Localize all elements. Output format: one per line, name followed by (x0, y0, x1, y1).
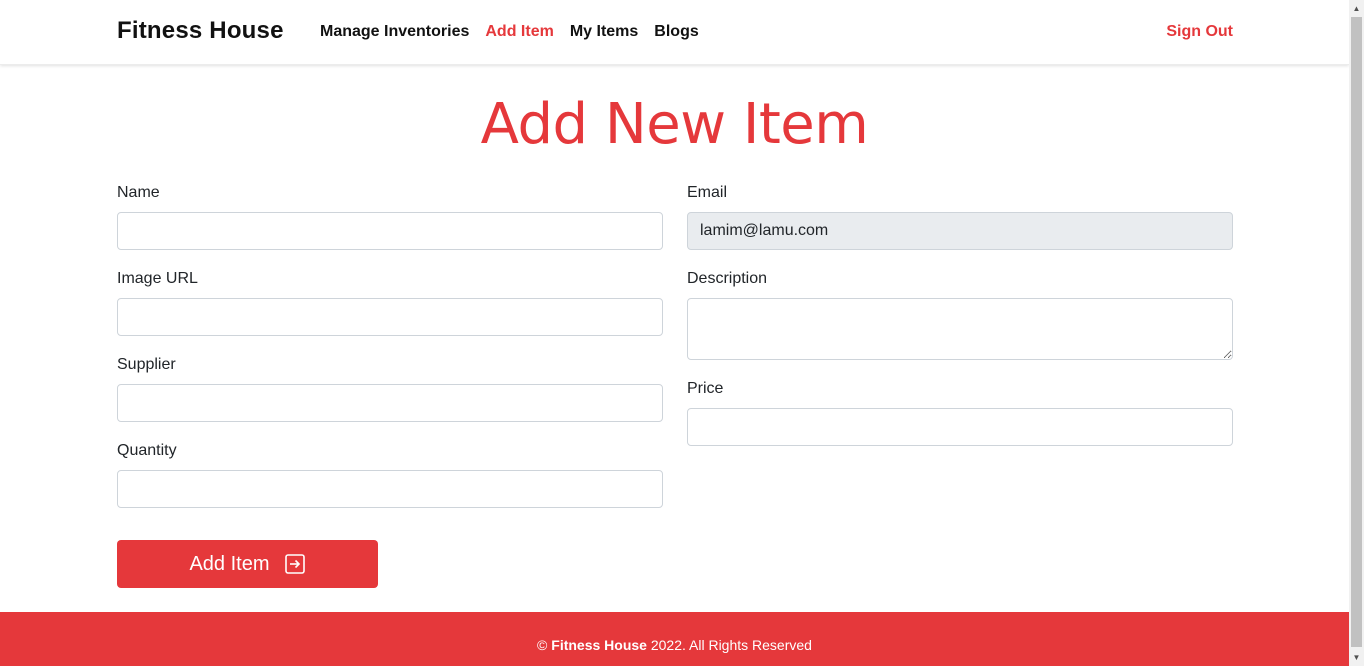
page-title: Add New Item (0, 92, 1349, 157)
price-input[interactable] (687, 408, 1233, 446)
footer: © Fitness House 2022. All Rights Reserve… (0, 612, 1349, 666)
supplier-input[interactable] (117, 384, 663, 422)
nav-links: Manage Inventories Add Item My Items Blo… (320, 23, 715, 41)
add-item-button-label: Add Item (189, 552, 270, 575)
image-url-label: Image URL (117, 270, 198, 287)
name-input[interactable] (117, 212, 663, 250)
brand-logo[interactable]: Fitness House (117, 17, 284, 45)
navbar: Fitness House Manage Inventories Add Ite… (0, 0, 1349, 65)
description-label: Description (687, 270, 768, 287)
footer-text: 2022. All Rights Reserved (650, 637, 812, 653)
description-textarea[interactable] (687, 298, 1233, 360)
nav-link-manage-inventories[interactable]: Manage Inventories (320, 23, 469, 41)
email-input (687, 212, 1233, 250)
nav-link-my-items[interactable]: My Items (570, 23, 638, 41)
nav-link-add-item[interactable]: Add Item (485, 23, 553, 41)
nav-link-blogs[interactable]: Blogs (654, 23, 698, 41)
scroll-up-icon[interactable]: ▲ (1349, 0, 1364, 17)
quantity-label: Quantity (117, 442, 177, 459)
quantity-input[interactable] (117, 470, 663, 508)
scroll-down-icon[interactable]: ▼ (1349, 649, 1364, 666)
sign-out-link[interactable]: Sign Out (1166, 23, 1233, 41)
footer-brand: Fitness House (551, 637, 647, 653)
supplier-label: Supplier (117, 356, 176, 373)
name-label: Name (117, 184, 160, 201)
vertical-scrollbar[interactable]: ▲ ▼ (1349, 0, 1364, 666)
box-arrow-in-right-icon (284, 554, 305, 574)
image-url-input[interactable] (117, 298, 663, 336)
email-label: Email (687, 184, 728, 201)
price-label: Price (687, 380, 724, 397)
add-item-button[interactable]: Add Item (117, 540, 378, 588)
page-title-text: Add New Item (480, 92, 869, 157)
copyright-symbol: © (537, 637, 548, 653)
scrollbar-thumb[interactable] (1351, 17, 1362, 647)
